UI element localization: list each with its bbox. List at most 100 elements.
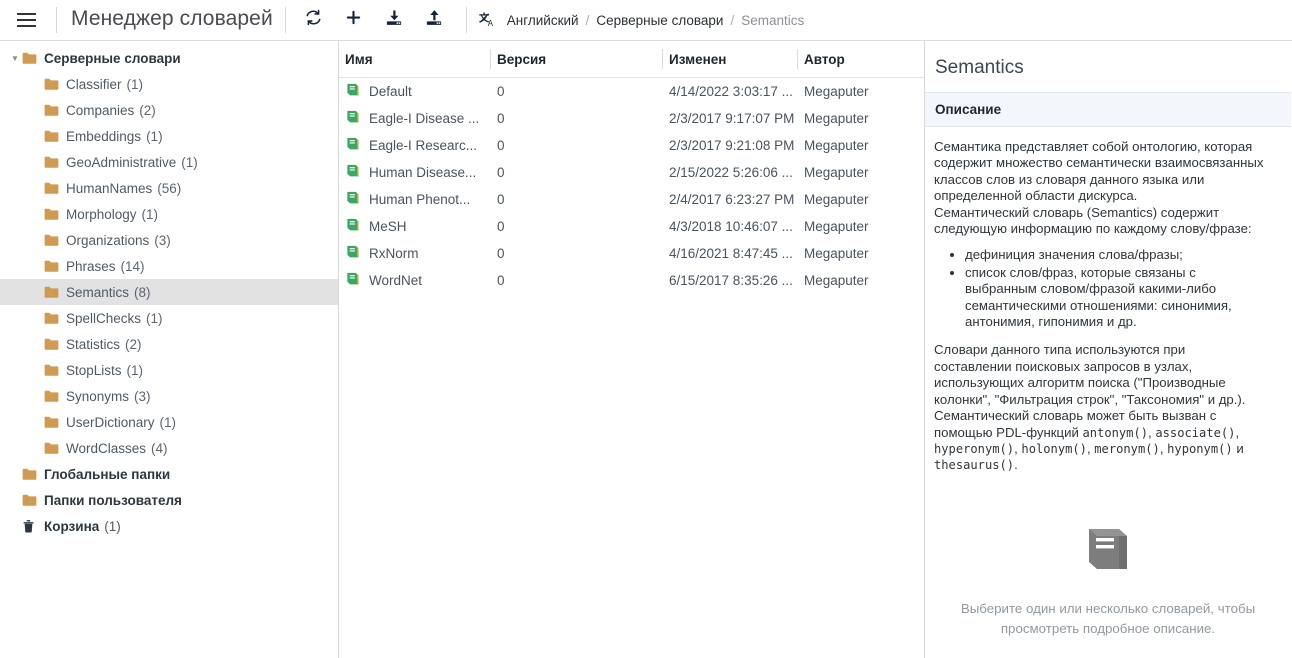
cell-version: 0 bbox=[491, 213, 663, 240]
tree-item-count: (14) bbox=[121, 259, 145, 274]
translate-icon[interactable]: 文 A bbox=[479, 11, 498, 30]
tree-item-spellchecks[interactable]: SpellChecks(1) bbox=[0, 305, 338, 331]
tree-item-morphology[interactable]: Morphology(1) bbox=[0, 201, 338, 227]
tree-item-count: (1) bbox=[160, 415, 177, 430]
description-paragraph-1: Семантика представляет собой онтологию, … bbox=[934, 139, 1266, 205]
folder-icon bbox=[44, 442, 66, 455]
pdl-function-antonym: antonym() bbox=[1083, 426, 1149, 440]
list-item: дефиниция значения слова/фразы; bbox=[965, 247, 1266, 263]
tree-item-humannames[interactable]: HumanNames (56) bbox=[0, 175, 338, 201]
tree-item-organizations[interactable]: Organizations(3) bbox=[0, 227, 338, 253]
tree-item-classifier[interactable]: Classifier (1) bbox=[0, 71, 338, 97]
tree-item-wordclasses[interactable]: WordClasses(4) bbox=[0, 435, 338, 461]
add-dictionary-button[interactable] bbox=[334, 3, 374, 37]
pdl-function-associate: associate() bbox=[1155, 426, 1235, 440]
cell-author: Megaputer bbox=[798, 132, 925, 159]
breadcrumb: 文 A Английский / Серверные словари / Sem… bbox=[479, 11, 804, 30]
tree-item-recycle-bin[interactable]: Корзина (1) bbox=[0, 513, 338, 539]
dictionary-table: Имя Версия Изменен Автор D bbox=[339, 41, 925, 294]
cell-version: 0 bbox=[491, 105, 663, 132]
tree-item-label: WordClasses bbox=[66, 441, 146, 456]
plus-icon bbox=[345, 9, 362, 31]
table-row[interactable]: WordNet06/15/2017 8:35:26 ...Megaputer bbox=[339, 267, 925, 294]
tree-item-count: (1) bbox=[127, 363, 144, 378]
dictionary-icon bbox=[345, 137, 360, 154]
tree-item-embeddings[interactable]: Embeddings(1) bbox=[0, 123, 338, 149]
tree-item-label: Корзина bbox=[44, 519, 99, 534]
hamburger-menu-icon[interactable] bbox=[4, 0, 48, 40]
column-header-modified[interactable]: Изменен bbox=[663, 41, 798, 78]
cell-version: 0 bbox=[491, 267, 663, 294]
cell-name[interactable]: Default bbox=[339, 78, 491, 106]
table-row[interactable]: Human Disease...02/15/2022 5:26:06 ...Me… bbox=[339, 159, 925, 186]
folder-icon bbox=[44, 338, 66, 351]
tree-item-label: Classifier bbox=[66, 77, 122, 92]
column-header-version[interactable]: Версия bbox=[491, 41, 663, 78]
folder-icon bbox=[44, 286, 66, 299]
breadcrumb-separator: / bbox=[730, 13, 734, 28]
folder-icon bbox=[22, 494, 44, 507]
table-row[interactable]: Eagle-I Researc...02/3/2017 9:21:08 PMMe… bbox=[339, 132, 925, 159]
refresh-button[interactable] bbox=[294, 3, 334, 37]
separator: и bbox=[1233, 441, 1244, 456]
tree-item-count: (1) bbox=[104, 519, 121, 534]
export-button[interactable] bbox=[414, 3, 454, 37]
column-header-name[interactable]: Имя bbox=[339, 41, 491, 78]
tree-item-user-folders[interactable]: Папки пользователя bbox=[0, 487, 338, 513]
details-section-header: Описание bbox=[925, 93, 1291, 127]
cell-modified: 2/15/2022 5:26:06 ... bbox=[663, 159, 798, 186]
cell-name[interactable]: Human Phenot... bbox=[339, 186, 491, 213]
dictionary-name: Human Phenot... bbox=[369, 192, 470, 207]
details-panel: Semantics Описание Семантика представляе… bbox=[925, 41, 1291, 658]
details-scrollbar[interactable] bbox=[1283, 41, 1291, 658]
column-header-label: Версия bbox=[497, 52, 546, 67]
cell-name[interactable]: RxNorm bbox=[339, 240, 491, 267]
cell-name[interactable]: MeSH bbox=[339, 213, 491, 240]
breadcrumb-item-language[interactable]: Английский bbox=[507, 13, 579, 28]
cell-name[interactable]: Eagle-I Researc... bbox=[339, 132, 491, 159]
tree-item-label: Organizations bbox=[66, 233, 149, 248]
import-button[interactable] bbox=[374, 3, 414, 37]
tree-item-count: (1) bbox=[146, 129, 163, 144]
pdl-function-thesaurus: thesaurus() bbox=[934, 458, 1014, 472]
details-empty-state: Выберите один или несколько словарей, чт… bbox=[925, 524, 1291, 639]
table-row[interactable]: Default04/14/2022 3:03:17 ...Megaputer bbox=[339, 78, 925, 106]
tree-item-count: (56) bbox=[157, 181, 181, 196]
table-row[interactable]: Eagle-I Disease ...02/3/2017 9:17:07 PMM… bbox=[339, 105, 925, 132]
dictionary-table-pane: Имя Версия Изменен Автор D bbox=[339, 41, 925, 658]
column-header-author[interactable]: Автор bbox=[798, 41, 925, 78]
chevron-down-icon[interactable]: ▼ bbox=[8, 54, 22, 63]
tree-item-phrases[interactable]: Phrases(14) bbox=[0, 253, 338, 279]
cell-version: 0 bbox=[491, 159, 663, 186]
dictionary-icon bbox=[345, 272, 360, 289]
cell-author: Megaputer bbox=[798, 213, 925, 240]
tree-item-global-folders[interactable]: Глобальные папки bbox=[0, 461, 338, 487]
dictionary-icon bbox=[345, 164, 360, 181]
tree-item-semantics[interactable]: Semantics(8) bbox=[0, 279, 338, 305]
dictionary-icon bbox=[345, 191, 360, 208]
tree-item-geoadministrative[interactable]: GeoAdministrative(1) bbox=[0, 149, 338, 175]
tree-item-count: (3) bbox=[134, 389, 151, 404]
tree-item-companies[interactable]: Companies(2) bbox=[0, 97, 338, 123]
tree-item-count: (1) bbox=[127, 77, 144, 92]
cell-version: 0 bbox=[491, 186, 663, 213]
tree-item-synonyms[interactable]: Synonyms(3) bbox=[0, 383, 338, 409]
table-row[interactable]: Human Phenot...02/4/2017 6:23:27 PMMegap… bbox=[339, 186, 925, 213]
tree-item-label: HumanNames bbox=[66, 181, 152, 196]
folder-icon bbox=[44, 312, 66, 325]
tree-item-userdictionary[interactable]: UserDictionary(1) bbox=[0, 409, 338, 435]
cell-name[interactable]: Human Disease... bbox=[339, 159, 491, 186]
table-row[interactable]: RxNorm04/16/2021 8:47:45 ...Megaputer bbox=[339, 240, 925, 267]
export-icon bbox=[425, 9, 443, 32]
tree-item-label: Папки пользователя bbox=[44, 493, 182, 508]
dictionary-name: WordNet bbox=[369, 273, 422, 288]
breadcrumb-item-server-dictionaries[interactable]: Серверные словари bbox=[596, 13, 723, 28]
pdl-function-holonym: holonym() bbox=[1021, 442, 1087, 456]
cell-name[interactable]: Eagle-I Disease ... bbox=[339, 105, 491, 132]
tree-item-server-dictionaries[interactable]: ▼ Серверные словари bbox=[0, 45, 338, 71]
divider bbox=[285, 7, 286, 33]
tree-item-stoplists[interactable]: StopLists(1) bbox=[0, 357, 338, 383]
tree-item-statistics[interactable]: Statistics(2) bbox=[0, 331, 338, 357]
table-row[interactable]: MeSH04/3/2018 10:46:07 ...Megaputer bbox=[339, 213, 925, 240]
cell-name[interactable]: WordNet bbox=[339, 267, 491, 294]
